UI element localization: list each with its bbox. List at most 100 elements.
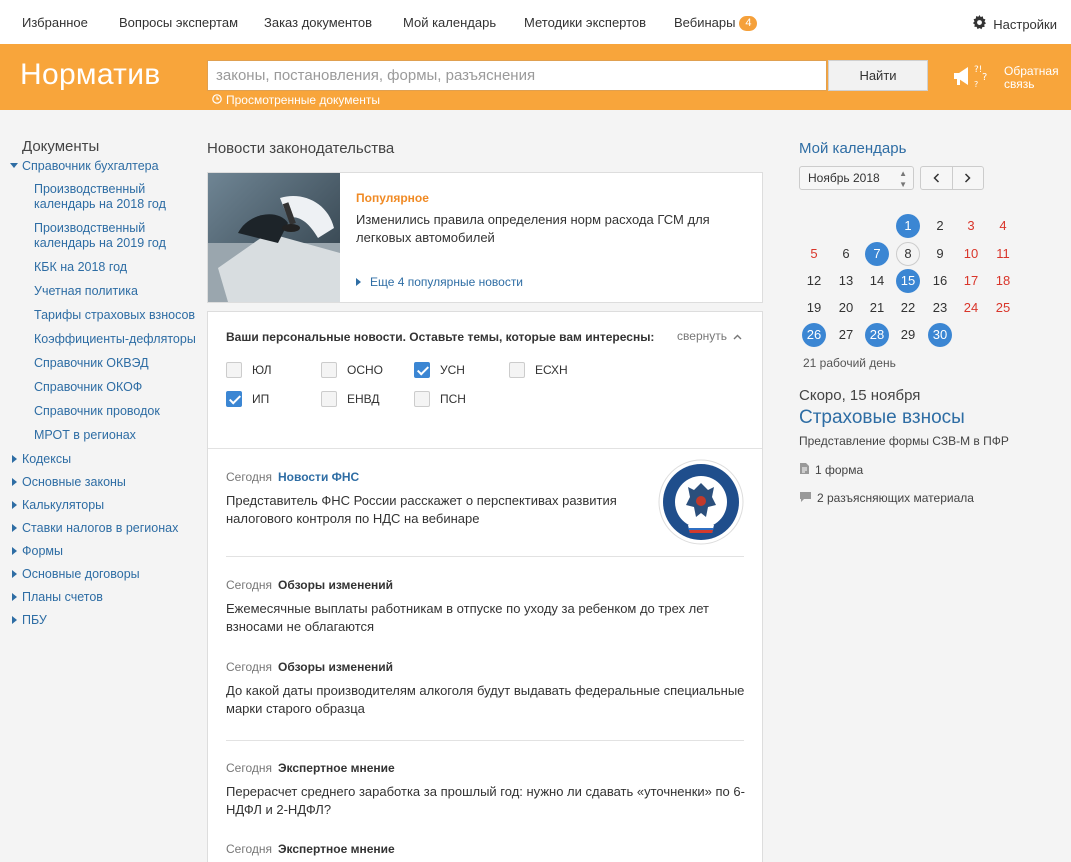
- topic-checkbox-envd[interactable]: ЕНВД: [321, 391, 380, 407]
- calendar-day[interactable]: 18: [991, 269, 1015, 293]
- calendar-day[interactable]: 22: [896, 296, 920, 320]
- prev-month-button[interactable]: [921, 167, 952, 189]
- news-title-link[interactable]: До какой даты производителям алкоголя бу…: [226, 682, 746, 718]
- calendar-day[interactable]: 30: [928, 323, 952, 347]
- sidebar-subitem[interactable]: Справочник ОКВЭД: [22, 356, 200, 371]
- month-select[interactable]: Ноябрь 2018 ▲ ▼: [799, 166, 914, 190]
- calendar-day[interactable]: 5: [802, 242, 826, 266]
- webinars-count-badge: 4: [739, 16, 758, 31]
- find-button[interactable]: Найти: [828, 60, 928, 91]
- news-date: Сегодня: [226, 660, 272, 674]
- topic-checkbox-psn[interactable]: ПСН: [414, 391, 466, 407]
- sidebar-item-label: ПБУ: [22, 613, 47, 627]
- calendar-day[interactable]: 19: [802, 296, 826, 320]
- sidebar-subitem[interactable]: Коэффициенты-дефляторы: [22, 332, 200, 347]
- sidebar-subitem[interactable]: Справочник проводок: [22, 404, 200, 419]
- sidebar-item-accountant-reference[interactable]: Справочник бухгалтера: [10, 159, 200, 174]
- calendar-day[interactable]: 2: [928, 214, 952, 238]
- calendar-day[interactable]: 28: [865, 323, 889, 347]
- sidebar-subitem[interactable]: Учетная политика: [22, 284, 200, 299]
- more-popular-link[interactable]: Еще 4 популярные новости: [356, 275, 523, 289]
- sidebar-item-forms[interactable]: Формы: [10, 544, 200, 559]
- nav-webinars[interactable]: Вебинары 4: [674, 15, 758, 31]
- sidebar-item-pbu[interactable]: ПБУ: [10, 613, 200, 628]
- event-forms-link[interactable]: 1 форма: [800, 463, 863, 477]
- sidebar-item-label: Формы: [22, 544, 63, 558]
- nav-favorites[interactable]: Избранное: [22, 15, 88, 30]
- nav-expert-questions[interactable]: Вопросы экспертам: [119, 15, 238, 30]
- sidebar-item-regional-tax-rates[interactable]: Ставки налогов в регионах: [10, 521, 200, 536]
- news-title-link[interactable]: Ежемесячные выплаты работникам в отпуске…: [226, 600, 746, 636]
- calendar-day[interactable]: 25: [991, 296, 1015, 320]
- calendar-day[interactable]: 21: [865, 296, 889, 320]
- news-category-link[interactable]: Экспертное мнение: [278, 842, 395, 856]
- calendar-day-today[interactable]: 8: [896, 242, 920, 266]
- sidebar-item-main-contracts[interactable]: Основные договоры: [10, 567, 200, 582]
- calendar-day[interactable]: 15: [896, 269, 920, 293]
- sidebar-item-main-laws[interactable]: Основные законы: [10, 475, 200, 490]
- calendar-day[interactable]: 11: [991, 242, 1015, 266]
- nav-order-documents[interactable]: Заказ документов: [264, 15, 372, 30]
- month-nav: [920, 166, 984, 190]
- calendar-day[interactable]: 4: [991, 214, 1015, 238]
- settings-button[interactable]: Настройки: [972, 15, 1057, 33]
- sidebar-subitem[interactable]: МРОТ в регионах: [22, 428, 200, 443]
- calendar-day[interactable]: 10: [959, 242, 983, 266]
- collapsed-arrow-icon: [356, 278, 361, 286]
- documents-sidebar: Документы Справочник бухгалтера Производ…: [10, 138, 200, 636]
- calendar-day[interactable]: 20: [834, 296, 858, 320]
- calendar-day[interactable]: 3: [959, 214, 983, 238]
- calendar-day[interactable]: 26: [802, 323, 826, 347]
- viewed-documents-link[interactable]: Просмотренные документы: [212, 93, 380, 107]
- event-title-link[interactable]: Страховые взносы: [799, 407, 965, 429]
- calendar-day[interactable]: 1: [896, 214, 920, 238]
- popular-headline-link[interactable]: Изменились правила определения норм расх…: [356, 211, 736, 247]
- logo[interactable]: Норматив: [20, 58, 161, 92]
- calendar-title-link[interactable]: Мой календарь: [799, 140, 906, 157]
- news-title-link[interactable]: Перерасчет среднего заработка за прошлый…: [226, 783, 746, 819]
- calendar-day[interactable]: 23: [928, 296, 952, 320]
- news-section-title: Новости законодательства: [207, 140, 395, 157]
- calendar-day[interactable]: 9: [928, 242, 952, 266]
- calendar-day[interactable]: 13: [834, 269, 858, 293]
- nav-expert-methods[interactable]: Методики экспертов: [524, 15, 646, 30]
- news-category-link[interactable]: Новости ФНС: [278, 470, 359, 484]
- sidebar-item-calculators[interactable]: Калькуляторы: [10, 498, 200, 513]
- calendar-day[interactable]: 17: [959, 269, 983, 293]
- calendar-day[interactable]: 14: [865, 269, 889, 293]
- topic-checkbox-ul[interactable]: ЮЛ: [226, 362, 271, 378]
- news-category-link[interactable]: Экспертное мнение: [278, 761, 395, 775]
- topic-checkbox-usn[interactable]: УСН: [414, 362, 465, 378]
- sidebar-subitem[interactable]: Производственный календарь на 2018 год: [22, 182, 200, 212]
- sidebar-item-charts-of-accounts[interactable]: Планы счетов: [10, 590, 200, 605]
- topic-checkbox-ip[interactable]: ИП: [226, 391, 269, 407]
- search-input[interactable]: [207, 60, 827, 91]
- sidebar-subitem[interactable]: Производственный календарь на 2019 год: [22, 221, 200, 251]
- calendar-day[interactable]: 27: [834, 323, 858, 347]
- svg-text:?: ?: [974, 80, 978, 89]
- sidebar-subitem[interactable]: Тарифы страховых взносов: [22, 308, 200, 323]
- sidebar-subitem[interactable]: КБК на 2018 год: [22, 260, 200, 275]
- news-category-link[interactable]: Обзоры изменений: [278, 578, 393, 592]
- sidebar-item-codes[interactable]: Кодексы: [10, 452, 200, 467]
- calendar-day[interactable]: 16: [928, 269, 952, 293]
- calendar-day[interactable]: 7: [865, 242, 889, 266]
- personal-news-title: Ваши персональные новости. Оставьте темы…: [226, 330, 655, 344]
- sidebar-subitem[interactable]: Справочник ОКОФ: [22, 380, 200, 395]
- topic-checkbox-eshn[interactable]: ЕСХН: [509, 362, 568, 378]
- calendar-day[interactable]: 12: [802, 269, 826, 293]
- comment-icon: [800, 491, 811, 505]
- next-month-button[interactable]: [951, 167, 983, 189]
- calendar-day[interactable]: 6: [834, 242, 858, 266]
- topic-checkbox-osno[interactable]: ОСНО: [321, 362, 383, 378]
- news-category-link[interactable]: Обзоры изменений: [278, 660, 393, 674]
- topic-label: ЮЛ: [252, 363, 272, 377]
- calendar-day[interactable]: 29: [896, 323, 920, 347]
- calendar-day[interactable]: 24: [959, 296, 983, 320]
- event-materials-link[interactable]: 2 разъясняющих материала: [800, 491, 974, 505]
- collapse-button[interactable]: свернуть: [677, 329, 742, 343]
- nav-my-calendar[interactable]: Мой календарь: [403, 15, 496, 30]
- feedback-button[interactable]: ?!?? Обратная связь: [952, 62, 1064, 93]
- news-title-link[interactable]: Представитель ФНС России расскажет о пер…: [226, 492, 646, 528]
- topic-label: УСН: [440, 363, 465, 377]
